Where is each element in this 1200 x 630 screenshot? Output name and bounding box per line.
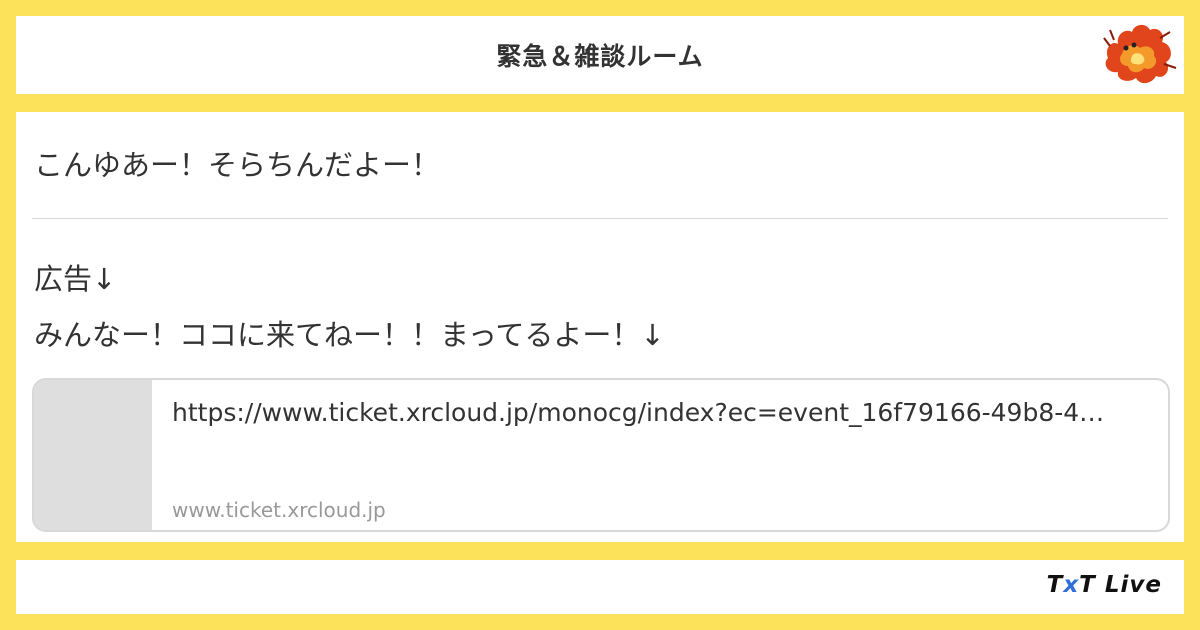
brand-x: x <box>1063 572 1080 598</box>
link-domain: www.ticket.xrcloud.jp <box>172 498 386 522</box>
avatar-icon[interactable] <box>1100 18 1178 90</box>
invite-message: みんなー！ココに来てねー！！まってるよー！↓ <box>34 318 665 352</box>
link-preview-card[interactable]: https://www.ticket.xrcloud.jp/monocg/ind… <box>32 378 1170 532</box>
brand-t: T <box>1046 572 1064 598</box>
room-title: 緊急＆雑談ルーム <box>496 42 704 71</box>
header-bar: 緊急＆雑談ルーム <box>16 16 1184 94</box>
footer-bar: TxT Live <box>16 560 1184 614</box>
greeting-message: こんゆあー！そらちんだよー！ <box>34 148 441 182</box>
brand-logo[interactable]: TxT Live <box>1047 572 1162 598</box>
page-frame: 緊急＆雑談ルーム こんゆあー！そらちんだよー！ 広告↓ みんなー！ココに来てねー… <box>0 0 1200 630</box>
link-thumbnail <box>34 380 152 530</box>
divider <box>32 218 1168 219</box>
link-url[interactable]: https://www.ticket.xrcloud.jp/monocg/ind… <box>172 398 1162 427</box>
ad-label: 広告↓ <box>34 262 117 296</box>
brand-t-live: T Live <box>1079 572 1162 598</box>
message-panel: こんゆあー！そらちんだよー！ 広告↓ みんなー！ココに来てねー！！まってるよー！… <box>16 112 1184 542</box>
